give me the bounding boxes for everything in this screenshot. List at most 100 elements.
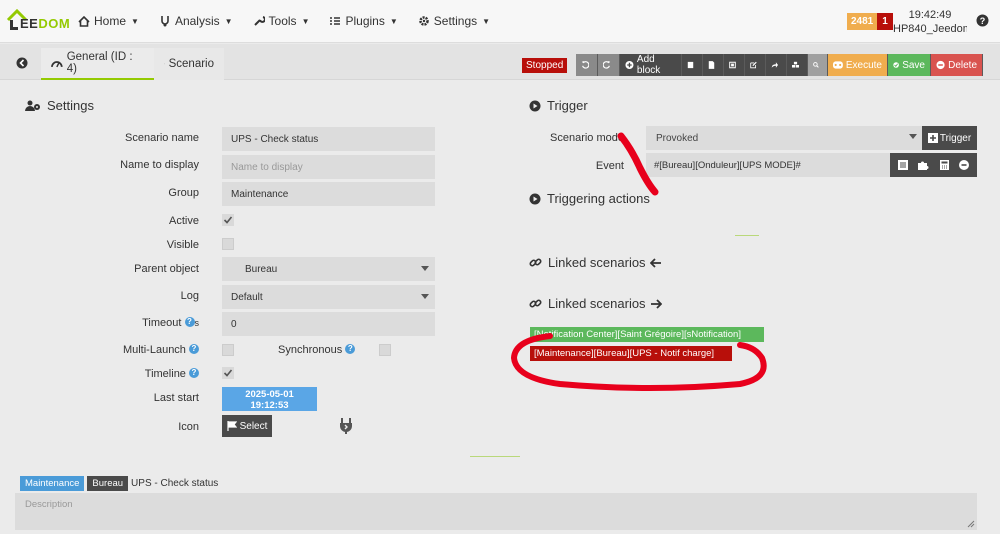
plug-icon <box>340 418 352 434</box>
copy-button[interactable] <box>682 54 703 76</box>
description-placeholder: Description <box>25 499 73 510</box>
resize-handle-icon[interactable] <box>967 520 975 528</box>
cubes-icon <box>792 61 799 68</box>
nav-tools-label: Tools <box>268 14 297 28</box>
wrench-icon <box>253 16 265 26</box>
linked-scenario-notification[interactable]: [Notification Center][Saint Grégoire][sN… <box>530 327 764 342</box>
group-label: Group <box>168 187 199 199</box>
save-label: Save <box>902 59 925 71</box>
scenario-status-badge: Stopped <box>522 58 568 73</box>
execute-button[interactable]: Execute <box>828 54 888 76</box>
logo-text: EEDOM <box>20 16 71 31</box>
synchronous-checkbox[interactable] <box>379 344 391 356</box>
puzzle-icon[interactable] <box>918 160 929 170</box>
tab-scenario[interactable]: Scenario <box>154 48 224 80</box>
icon-select-label: Select <box>239 420 268 432</box>
tab-general[interactable]: General (ID : 4) <box>41 48 154 80</box>
nav-home[interactable]: Home ▼ <box>78 14 139 28</box>
alert-count-badge[interactable]: 1 <box>877 13 893 30</box>
group-input[interactable]: Maintenance <box>222 182 435 206</box>
edit-button[interactable] <box>745 54 766 76</box>
multilaunch-checkbox[interactable] <box>222 344 234 356</box>
settings-title-text: Settings <box>47 98 94 113</box>
active-checkbox[interactable] <box>222 214 234 226</box>
redo-button[interactable] <box>598 54 620 76</box>
scenario-breadcrumb: Maintenance Bureau UPS - Check status <box>20 476 218 491</box>
visible-label: Visible <box>166 239 199 251</box>
last-start-day: 2025-05-01 <box>245 389 294 400</box>
back-arrow-icon <box>16 57 28 69</box>
message-count-badge[interactable]: 2481 <box>847 13 878 30</box>
scenario-mode-select[interactable]: Provoked <box>646 126 922 150</box>
add-block-label: Add block <box>636 54 661 76</box>
add-trigger-label: Trigger <box>939 132 972 144</box>
arrow-right-icon <box>650 298 662 309</box>
nav-analysis[interactable]: Analysis ▼ <box>159 14 233 28</box>
multilaunch-label: Multi-Launch ? <box>59 344 199 356</box>
play-circle-icon <box>529 100 541 111</box>
clock-time: 19:42:49 <box>908 9 952 21</box>
multilaunch-label-text: Multi-Launch <box>122 344 186 356</box>
plus-circle-icon <box>625 60 634 70</box>
event-actions <box>890 153 977 177</box>
fullscreen-button[interactable] <box>724 54 745 76</box>
list-icon[interactable] <box>898 160 909 170</box>
event-input[interactable]: #[Bureau][Onduleur][UPS MODE]# <box>646 153 890 177</box>
timeout-label-text: Timeout <box>142 317 182 329</box>
timeline-help-icon[interactable]: ? <box>189 368 199 378</box>
timeline-label: Timeline ? <box>59 368 199 380</box>
expand-icon <box>729 61 736 69</box>
undo-button[interactable] <box>576 54 598 76</box>
display-name-input[interactable]: Name to display <box>222 155 435 179</box>
settings-section-title: Settings <box>25 98 94 113</box>
jeedom-logo[interactable]: EEDOM <box>6 8 70 34</box>
plugins-icon <box>330 17 341 25</box>
home-icon <box>78 15 90 27</box>
delete-button[interactable]: Delete <box>931 54 983 76</box>
nav-analysis-label: Analysis <box>174 14 220 28</box>
icon-label: Icon <box>178 421 199 433</box>
icon-select-button[interactable]: Select <box>222 415 272 437</box>
last-start-time: 19:12:53 <box>250 400 289 411</box>
synchronous-help-icon[interactable]: ? <box>345 344 356 354</box>
main-nav: Home ▼ Analysis ▼ Tools ▼ Plugins ▼ Settings… <box>78 14 510 28</box>
minus-circle-icon <box>936 60 945 70</box>
log-value: Default <box>231 291 263 303</box>
remove-circle-icon[interactable] <box>958 160 969 170</box>
nav-tools[interactable]: Tools ▼ <box>253 14 309 28</box>
timeout-help-icon[interactable]: ? <box>184 317 195 327</box>
chevron-down-icon <box>421 266 429 271</box>
parent-object-select[interactable]: Bureau <box>222 257 435 281</box>
scenario-toolbar: Add block Execute Save Delete <box>576 54 983 76</box>
group-tag: Maintenance <box>20 476 85 491</box>
scenario-name-input[interactable]: UPS - Check status <box>222 127 435 151</box>
chevron-down-icon <box>909 134 917 139</box>
notification-badges[interactable]: 2481 1 <box>847 13 893 30</box>
add-block-button[interactable]: Add block <box>620 54 682 76</box>
triggering-actions-text: Triggering actions <box>547 191 650 206</box>
trigger-section-title: Trigger <box>529 98 588 113</box>
calculator-icon[interactable] <box>939 160 949 170</box>
nav-settings[interactable]: Settings ▼ <box>418 14 490 28</box>
scenario-mode-label: Scenario mode <box>550 132 624 144</box>
share-button[interactable] <box>766 54 787 76</box>
back-button[interactable] <box>8 52 36 74</box>
multilaunch-help-icon[interactable]: ? <box>189 344 199 354</box>
timeout-input[interactable]: 0 <box>222 312 435 336</box>
nav-settings-label: Settings <box>433 14 478 28</box>
play-circle-icon <box>529 193 541 204</box>
export-button[interactable] <box>703 54 724 76</box>
search-button[interactable] <box>808 54 828 76</box>
search-icon <box>813 62 819 68</box>
description-textarea[interactable]: Description <box>15 493 977 530</box>
visible-checkbox[interactable] <box>222 238 234 250</box>
save-button[interactable]: Save <box>888 54 931 76</box>
nav-plugins[interactable]: Plugins ▼ <box>329 14 398 28</box>
add-trigger-button[interactable]: Trigger <box>922 126 977 150</box>
linked-scenario-notif-charge[interactable]: [Maintenance][Bureau][UPS - Notif charge… <box>530 346 732 361</box>
timeline-checkbox[interactable] <box>222 367 234 379</box>
linked-scenarios-in-title: Linked scenarios <box>529 255 668 270</box>
log-select[interactable]: Default <box>222 285 435 309</box>
help-icon[interactable]: ? <box>976 14 989 27</box>
templates-button[interactable] <box>787 54 808 76</box>
